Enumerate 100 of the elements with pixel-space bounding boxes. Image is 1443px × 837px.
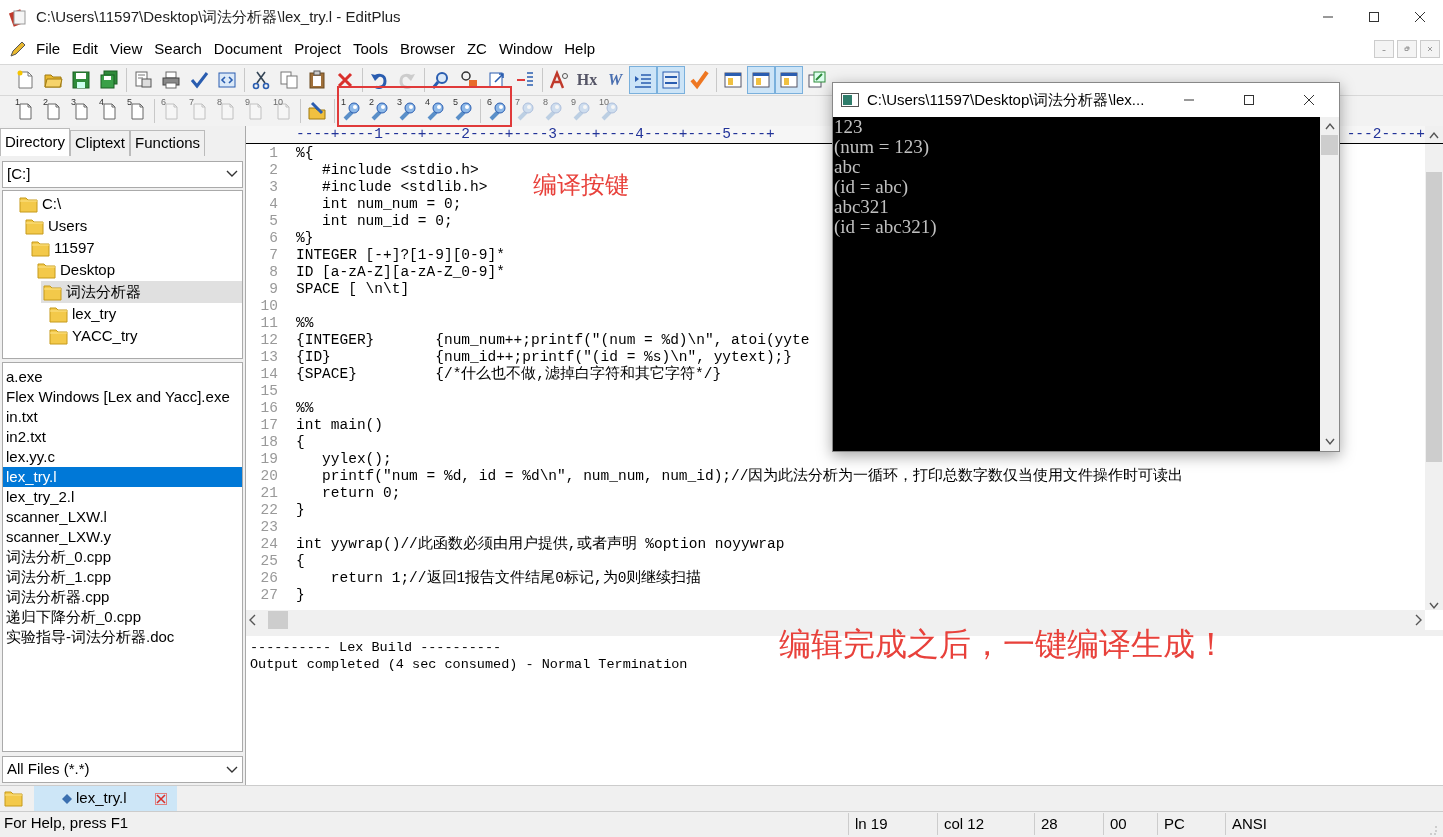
wrench-icon bbox=[453, 101, 473, 121]
line-number: 1 bbox=[268, 145, 278, 162]
sidebar-list-item[interactable]: 词法分析_1.cpp bbox=[3, 566, 242, 587]
tree-item[interactable]: 11597 bbox=[29, 236, 242, 259]
line-number: 21 bbox=[259, 485, 278, 502]
tree-item[interactable]: 词法分析器 bbox=[41, 280, 242, 303]
line-number: 4 bbox=[268, 196, 278, 213]
wrench-icon bbox=[487, 101, 507, 121]
menu-item[interactable]: Project bbox=[288, 37, 347, 61]
line-number: 3 bbox=[268, 179, 278, 196]
horizontal-scrollbar[interactable] bbox=[246, 610, 1425, 630]
sidebar-list-item[interactable]: 实验指导-词法分析器.doc bbox=[3, 626, 242, 647]
page-preview-icon bbox=[133, 70, 153, 90]
menu-item[interactable]: Help bbox=[558, 37, 602, 61]
sidebar-list-item[interactable]: Flex Windows [Lex and Yacc].exe bbox=[3, 386, 242, 407]
menu-item[interactable]: File bbox=[30, 37, 67, 61]
tree-item[interactable]: lex_try bbox=[47, 302, 242, 325]
panel-icon bbox=[723, 70, 743, 90]
menu-item[interactable]: Browser bbox=[393, 37, 461, 61]
line-number: 13 bbox=[259, 349, 278, 366]
toolbar-button[interactable]: 5 bbox=[451, 97, 475, 125]
sidebar-list-item[interactable]: 递归下降分析_0.cpp bbox=[3, 606, 242, 627]
file-filter-dropdown[interactable]: All Files (*.*) bbox=[2, 756, 243, 783]
menu-item[interactable]: Search bbox=[148, 37, 208, 61]
toolbar-button[interactable]: 3 bbox=[69, 97, 93, 125]
line-number: 22 bbox=[259, 502, 278, 519]
toolbar-button[interactable]: 1 bbox=[339, 97, 363, 125]
status-text: 00 bbox=[1103, 812, 1157, 835]
vertical-scrollbar[interactable] bbox=[1425, 144, 1443, 610]
output-line: Output completed (4 sec consumed) - Normal Termination bbox=[250, 656, 688, 673]
scroll-thumb[interactable] bbox=[1426, 172, 1442, 462]
sidebar-list-item[interactable]: scanner_LXW.y bbox=[3, 526, 242, 547]
toolbar-button[interactable]: 5 bbox=[125, 97, 149, 125]
folder-wrench-icon bbox=[307, 101, 327, 121]
toolbar-button[interactable] bbox=[747, 66, 775, 94]
toolbar-button[interactable]: 1 bbox=[13, 97, 37, 125]
line-number: 16 bbox=[259, 400, 278, 417]
folder-icon bbox=[43, 282, 62, 301]
line-number: 23 bbox=[259, 519, 278, 536]
sidebar-list-item[interactable]: 词法分析_0.cpp bbox=[3, 546, 242, 567]
sidebar-list-item[interactable]: lex_try.l bbox=[3, 466, 242, 487]
restore-button[interactable] bbox=[1397, 40, 1417, 58]
line-number: 5 bbox=[268, 213, 278, 230]
code-window-icon bbox=[217, 70, 237, 90]
tree-item[interactable]: C:\ bbox=[17, 192, 242, 215]
code-line: int num_num = 0; bbox=[321, 196, 462, 213]
toolbar-button[interactable]: 4 bbox=[97, 97, 121, 125]
sidebar-list-item[interactable]: a.exe bbox=[3, 366, 242, 387]
copy-icon bbox=[279, 70, 299, 90]
toolbar-button[interactable]: 2 bbox=[41, 97, 65, 125]
sidebar-list-item[interactable]: in2.txt bbox=[3, 426, 242, 447]
line-number: 6 bbox=[268, 230, 278, 247]
toolbar-button[interactable] bbox=[775, 66, 803, 94]
menu-item[interactable]: Tools bbox=[346, 37, 394, 61]
status-text: For Help, press F1 bbox=[3, 813, 130, 834]
toolbar-button[interactable]: Hx bbox=[573, 66, 601, 94]
menu-item[interactable]: ZC bbox=[460, 37, 493, 61]
sidebar-tab[interactable]: Directory bbox=[0, 128, 70, 156]
menu-item[interactable]: Window bbox=[492, 37, 559, 61]
tree-item[interactable]: Desktop bbox=[35, 258, 242, 281]
line-number: 2 bbox=[268, 162, 278, 179]
tree-item[interactable]: YACC_try bbox=[47, 324, 242, 347]
code-line: } bbox=[296, 587, 305, 604]
checkmark-icon bbox=[189, 70, 209, 90]
document-tab[interactable]: lex_try.l bbox=[34, 786, 177, 811]
sidebar-list-item[interactable]: lex.yy.c bbox=[3, 446, 242, 467]
sidebar-tab[interactable]: Functions bbox=[130, 130, 206, 156]
console-line: 123 bbox=[834, 117, 864, 137]
line-number: 17 bbox=[259, 417, 278, 434]
folder-icon bbox=[4, 788, 24, 809]
sidebar-list-item[interactable]: scanner_LXW.l bbox=[3, 506, 242, 527]
toolbar-button[interactable]: 6 bbox=[485, 97, 509, 125]
toolbar-button[interactable]: 2 bbox=[367, 97, 391, 125]
column-ruler: ---2----+ bbox=[1346, 126, 1425, 143]
sidebar-list-item[interactable]: in.txt bbox=[3, 406, 242, 427]
toolbar-button[interactable] bbox=[657, 66, 685, 94]
close-button[interactable] bbox=[1420, 40, 1440, 58]
scissors-icon bbox=[251, 70, 271, 90]
console-scrollbar[interactable] bbox=[1320, 117, 1339, 451]
toolbar-button[interactable]: 4 bbox=[423, 97, 447, 125]
annotation-text: 编译按键 bbox=[533, 170, 629, 200]
line-number: 12 bbox=[259, 332, 278, 349]
toolbar-button[interactable]: W bbox=[601, 66, 629, 94]
sidebar-list-item[interactable]: 词法分析器.cpp bbox=[3, 586, 242, 607]
code-line: return 1;//返回1报告文件结尾0标记,为0则继续扫描 bbox=[329, 570, 702, 587]
scroll-thumb[interactable] bbox=[268, 611, 288, 629]
menu-item[interactable]: Edit bbox=[66, 37, 105, 61]
sidebar-tab[interactable]: Cliptext bbox=[70, 130, 131, 156]
folder-icon bbox=[49, 326, 68, 345]
menu-item[interactable]: Document bbox=[207, 37, 289, 61]
scroll-thumb[interactable] bbox=[1321, 135, 1338, 155]
windows-icon bbox=[807, 70, 827, 90]
code-line: SPACE [ \n\t] bbox=[296, 281, 410, 298]
chevron-down-icon bbox=[226, 765, 238, 774]
code-line: int num_id = 0; bbox=[321, 213, 453, 230]
toolbar-button[interactable]: 3 bbox=[395, 97, 419, 125]
drive-dropdown[interactable]: [C:] bbox=[2, 161, 243, 188]
tree-item[interactable]: Users bbox=[23, 214, 242, 237]
sidebar-list-item[interactable]: lex_try_2.l bbox=[3, 486, 242, 507]
menu-item[interactable]: View bbox=[104, 37, 149, 61]
